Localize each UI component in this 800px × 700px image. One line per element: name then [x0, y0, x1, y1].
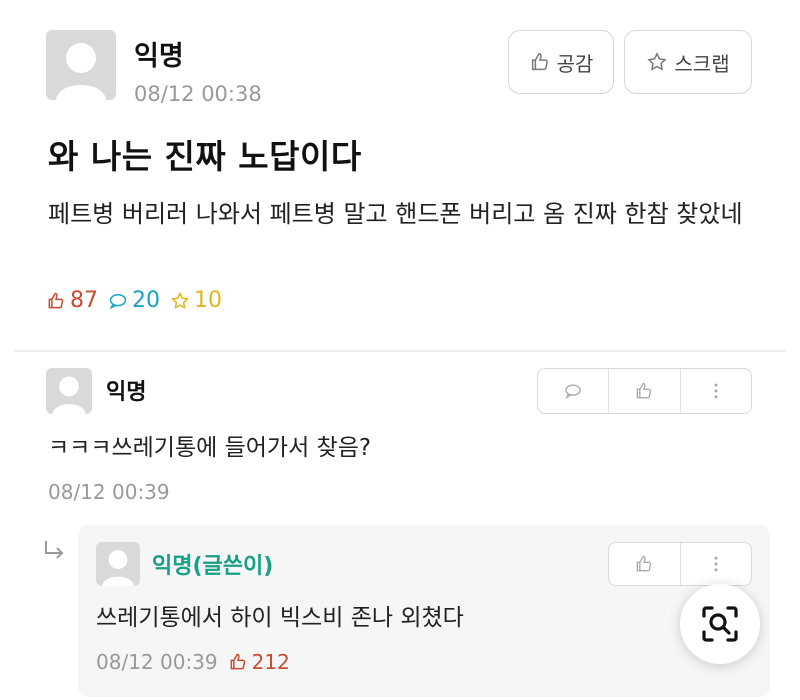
thumbs-up-icon: [637, 382, 652, 399]
comment-text: ㅋㅋㅋ쓰레기통에 들어가서 찾음?: [48, 435, 372, 461]
scrap-button[interactable]: 스크랩: [624, 30, 752, 94]
comment-count-value: 20: [132, 288, 160, 313]
speech-bubble-icon: [109, 293, 127, 309]
reply-avatar: [96, 542, 140, 586]
reply-button[interactable]: [538, 369, 608, 413]
divider: [14, 350, 786, 352]
comment-more-button[interactable]: [679, 369, 751, 413]
scrap-count-value: 10: [194, 288, 222, 313]
like-button-label: 공감: [556, 51, 594, 76]
reply-author: 익명(글쓴이): [152, 554, 274, 579]
search-button[interactable]: [680, 584, 760, 664]
reply-meta: 08/12 00:39 212: [96, 650, 290, 674]
reply-text: 쓰레기통에서 하이 빅스비 존나 외쳤다: [96, 605, 464, 631]
comment-avatar: [46, 368, 92, 414]
reply-arrow-icon: [45, 541, 64, 559]
post-stats: 87 20 10: [46, 288, 222, 313]
reply-timestamp: 08/12 00:39: [96, 650, 218, 674]
comment-like-button[interactable]: [608, 369, 679, 413]
thumbs-up-icon: [230, 653, 245, 670]
post-timestamp: 08/12 00:38: [134, 82, 262, 106]
post-title: 와 나는 진짜 노답이다: [48, 137, 362, 176]
thumbs-up-icon: [636, 555, 652, 572]
like-count: 87: [46, 288, 98, 313]
like-button[interactable]: 공감: [508, 30, 614, 94]
reply-like-button[interactable]: [609, 543, 680, 585]
star-icon: [647, 52, 668, 71]
star-icon: [171, 291, 189, 309]
thumbs-up-icon: [531, 53, 548, 71]
reply-like-count-value: 212: [251, 650, 290, 674]
speech-bubble-icon: [565, 384, 581, 399]
thumbs-up-icon: [48, 292, 64, 308]
scrap-button-label: 스크랩: [674, 51, 730, 76]
more-vertical-icon: [714, 556, 718, 572]
post-body: 페트병 버리러 나와서 페트병 말고 핸드폰 버리고 옴 진짜 한참 찾았네: [48, 200, 743, 228]
comment-author: 익명: [106, 380, 147, 405]
comment-count: 20: [108, 288, 160, 313]
post-avatar: [46, 30, 116, 100]
reply-like-count: 212: [228, 650, 290, 674]
scrap-count: 10: [170, 288, 222, 313]
reply-more-button[interactable]: [679, 543, 752, 585]
comment-actions: [537, 368, 752, 414]
reply-actions: [608, 542, 752, 586]
comment-timestamp: 08/12 00:39: [48, 480, 170, 504]
like-count-value: 87: [70, 288, 98, 313]
more-vertical-icon: [714, 383, 718, 399]
post-author: 익명: [134, 41, 184, 72]
search-icon: [702, 606, 738, 642]
